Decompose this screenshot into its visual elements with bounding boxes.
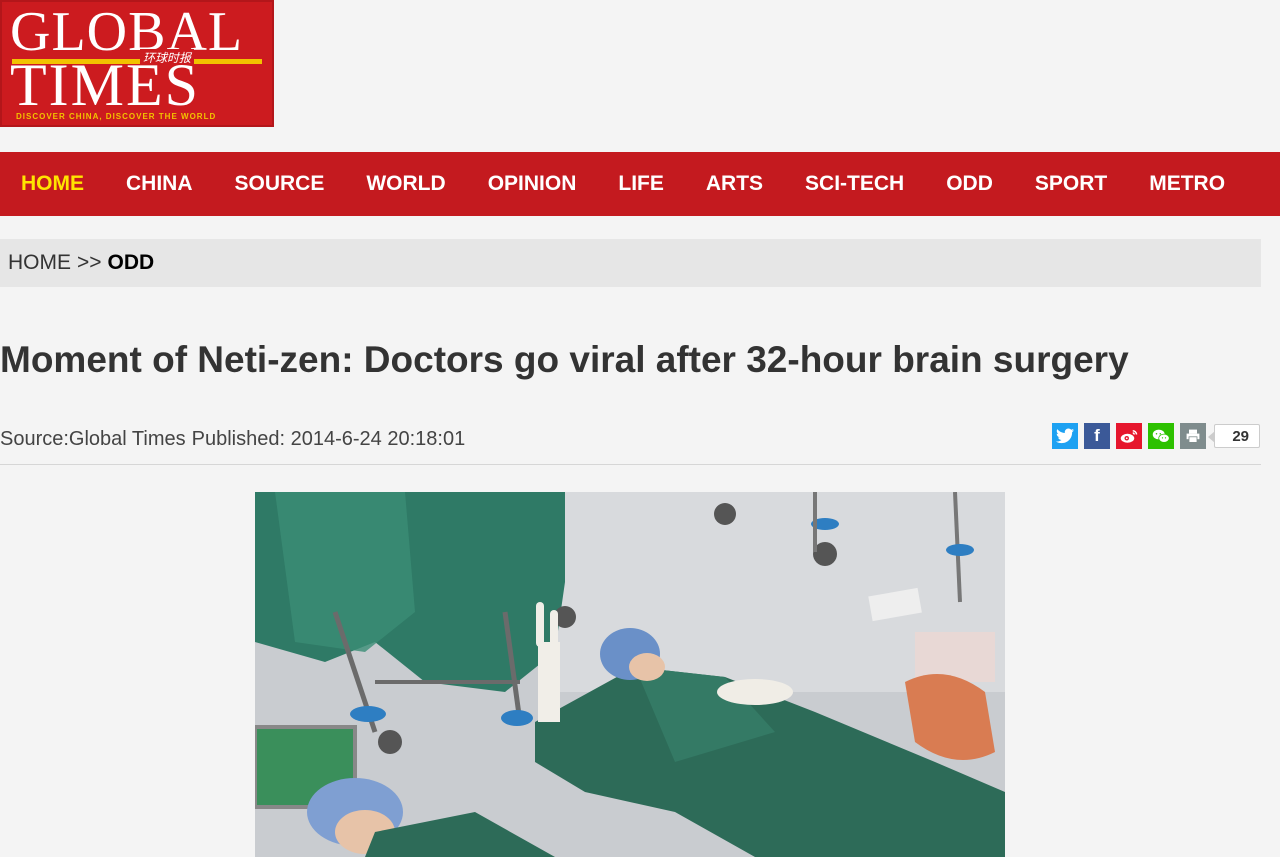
print-icon[interactable] xyxy=(1180,423,1206,449)
nav-item-source[interactable]: SOURCE xyxy=(235,172,325,196)
twitter-icon[interactable] xyxy=(1052,423,1078,449)
nav-item-home[interactable]: HOME xyxy=(21,172,84,196)
nav-item-arts[interactable]: ARTS xyxy=(706,172,763,196)
breadcrumb-current[interactable]: ODD xyxy=(108,251,155,275)
logo-tagline: DISCOVER CHINA, DISCOVER THE WORLD xyxy=(16,112,217,121)
nav-item-sport[interactable]: SPORT xyxy=(1035,172,1107,196)
nav-item-opinion[interactable]: OPINION xyxy=(488,172,577,196)
main-nav: HOME CHINA SOURCE WORLD OPINION LIFE ART… xyxy=(0,152,1280,216)
weibo-icon[interactable] xyxy=(1116,423,1142,449)
nav-item-china[interactable]: CHINA xyxy=(126,172,193,196)
article-published: Published: 2014-6-24 20:18:01 xyxy=(191,427,466,450)
facebook-icon[interactable]: f xyxy=(1084,423,1110,449)
share-count: 29 xyxy=(1208,424,1260,448)
wechat-icon[interactable] xyxy=(1148,423,1174,449)
breadcrumb-home-link[interactable]: HOME xyxy=(8,251,71,275)
breadcrumb: HOME >> ODD xyxy=(0,239,1261,287)
photo-icon xyxy=(255,492,1005,857)
article-photo[interactable] xyxy=(255,492,1005,857)
divider xyxy=(0,464,1261,465)
article-meta: Source:Global Times Published: 2014-6-24… xyxy=(0,424,465,454)
article-source: Source:Global Times xyxy=(0,427,186,450)
nav-item-metro[interactable]: METRO xyxy=(1149,172,1225,196)
nav-item-sci-tech[interactable]: SCI-TECH xyxy=(805,172,904,196)
logo-line-times: TIMES xyxy=(10,52,200,118)
breadcrumb-separator: >> xyxy=(77,251,102,274)
nav-item-life[interactable]: LIFE xyxy=(618,172,664,196)
site-logo[interactable]: GLOBAL 环球时报 TIMES DISCOVER CHINA, DISCOV… xyxy=(0,0,274,127)
nav-item-odd[interactable]: ODD xyxy=(946,172,993,196)
article-title: Moment of Neti-zen: Doctors go viral aft… xyxy=(0,339,1129,380)
share-bar: f 29 xyxy=(1046,423,1260,449)
nav-item-world[interactable]: WORLD xyxy=(366,172,445,196)
